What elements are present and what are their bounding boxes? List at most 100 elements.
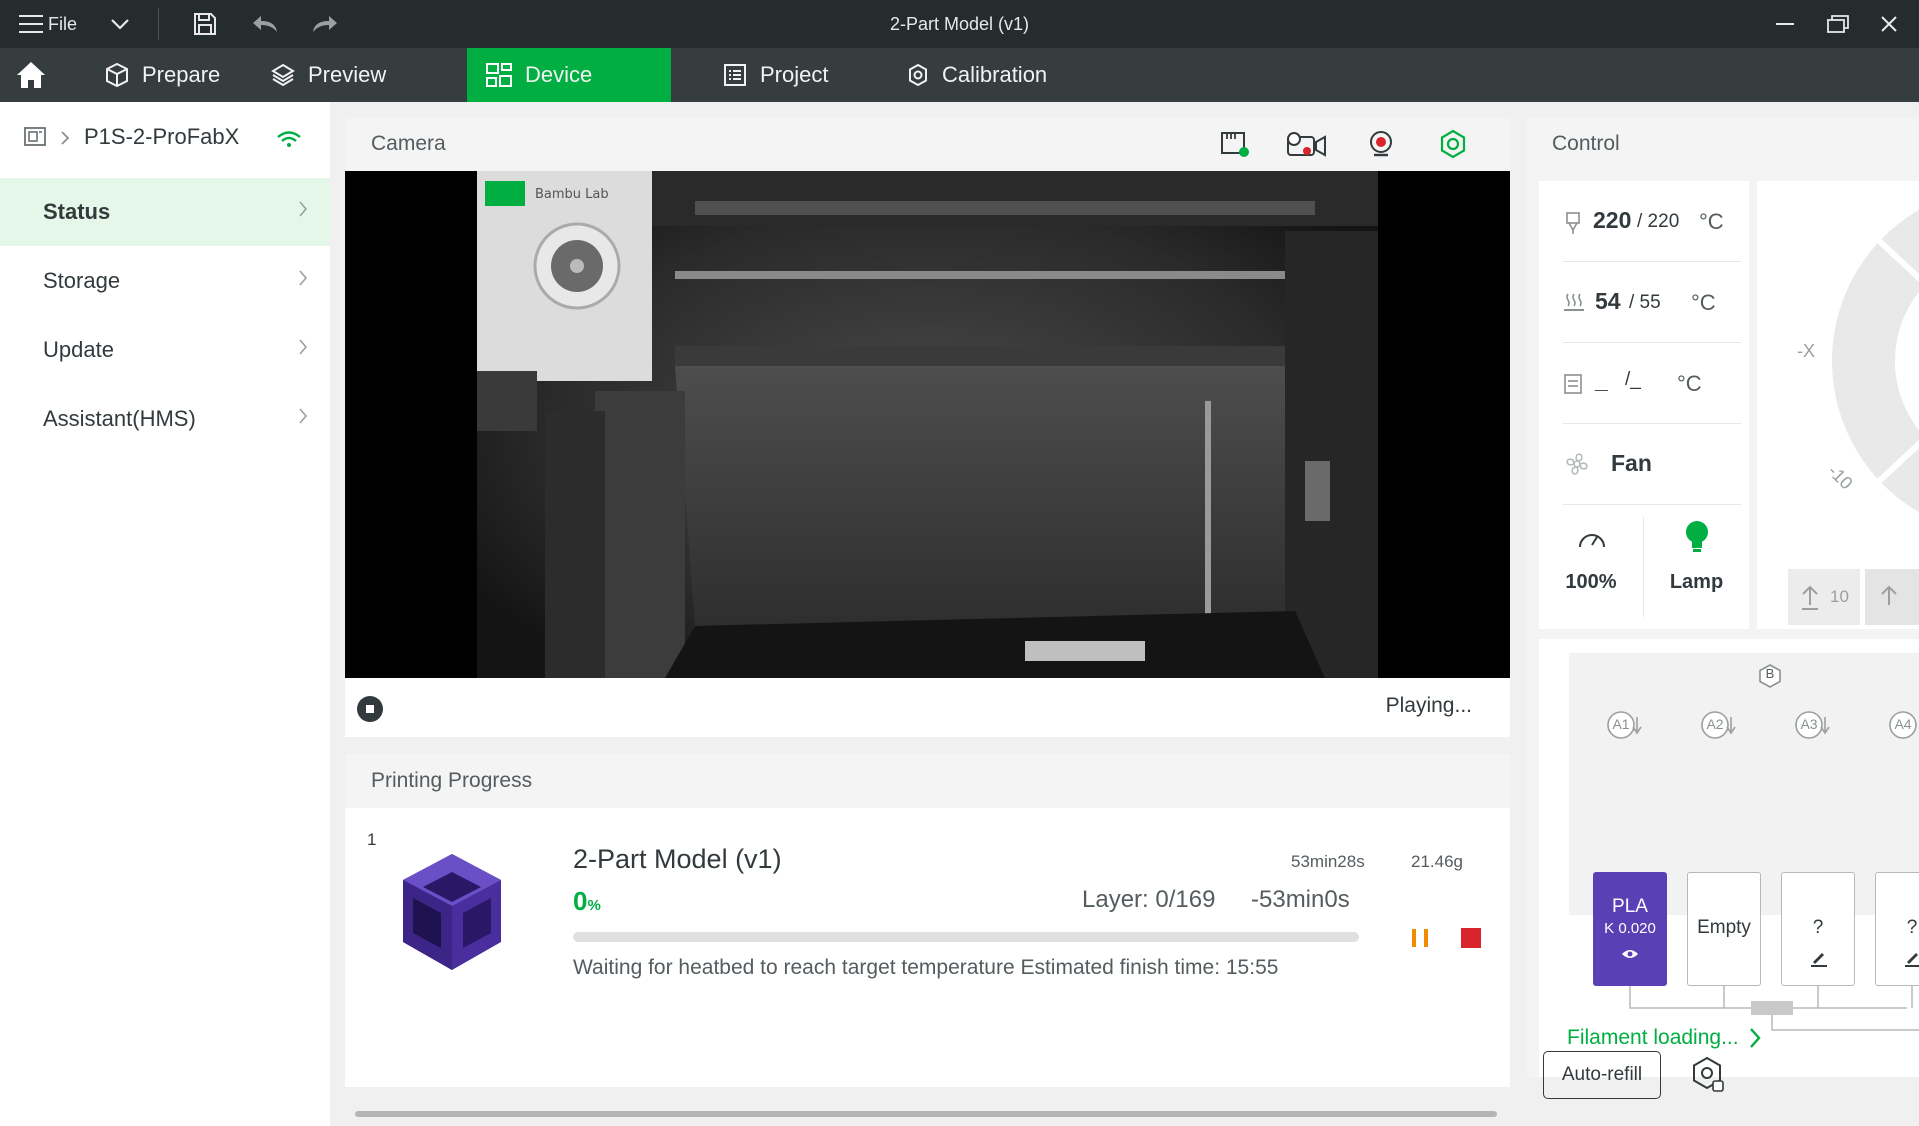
tab-project[interactable]: Project bbox=[704, 48, 846, 102]
progress-title: Printing Progress bbox=[371, 769, 533, 792]
camera-live-view[interactable]: Bambu Lab bbox=[345, 171, 1510, 678]
z-up-10-button[interactable]: 10 bbox=[1788, 569, 1860, 625]
sidebar-item-label: Status bbox=[43, 199, 111, 224]
chevron-right-icon bbox=[298, 407, 308, 425]
calibration-gear-icon bbox=[906, 63, 930, 87]
jog-dial[interactable] bbox=[1757, 181, 1919, 629]
minimize-icon[interactable] bbox=[1772, 14, 1798, 34]
hamburger-menu-icon[interactable] bbox=[18, 12, 44, 36]
undo-icon[interactable] bbox=[250, 12, 280, 36]
jog-minus-x-label: -X bbox=[1797, 341, 1815, 361]
jog-control-area: -X -10 10 bbox=[1757, 181, 1919, 629]
window-title: 2-Part Model (v1) bbox=[889, 14, 1030, 34]
auto-refill-button[interactable]: Auto-refill bbox=[1543, 1051, 1661, 1099]
slot-a1-tag: A1 bbox=[1605, 709, 1647, 741]
close-icon[interactable] bbox=[1876, 12, 1902, 36]
wifi-icon bbox=[276, 130, 302, 148]
chamber-icon bbox=[1563, 373, 1583, 395]
slot-a1-material: PLA bbox=[1612, 896, 1648, 917]
chamber-current-temp: _ bbox=[1595, 367, 1608, 393]
stop-stream-button[interactable] bbox=[356, 695, 384, 723]
tab-device[interactable]: Device bbox=[467, 48, 671, 102]
tab-label: Project bbox=[760, 62, 829, 87]
sidebar-item-update[interactable]: Update bbox=[0, 316, 330, 384]
slot-a1-k-value: K 0.020 bbox=[1604, 920, 1656, 937]
speedometer-icon bbox=[1577, 525, 1607, 551]
ams-slot-a2[interactable]: Empty bbox=[1687, 872, 1761, 986]
camera-panel: Camera Bambu Lab Playing... bbox=[345, 117, 1510, 737]
filament-loading-label: Filament loading... bbox=[1567, 1026, 1739, 1049]
chevron-right-icon bbox=[298, 338, 308, 356]
tab-preview[interactable]: Preview bbox=[252, 48, 404, 102]
project-document-icon bbox=[722, 62, 748, 88]
ams-card: B A1 A2 A3 A4 PLA K 0.020 Empty ? ? Auto… bbox=[1539, 639, 1919, 1099]
control-title: Control bbox=[1552, 132, 1620, 155]
sidebar-item-label: Assistant(HMS) bbox=[43, 406, 196, 431]
ams-settings-icon[interactable] bbox=[1689, 1055, 1729, 1095]
tab-calibration[interactable]: Calibration bbox=[888, 48, 1065, 102]
home-icon bbox=[15, 60, 47, 90]
sidebar-item-assistant-hms[interactable]: Assistant(HMS) bbox=[0, 385, 330, 453]
file-menu[interactable]: File bbox=[48, 0, 77, 48]
chevron-right-icon bbox=[60, 130, 70, 146]
arrow-up-icon bbox=[1879, 583, 1899, 611]
model-name: 2-Part Model (v1) bbox=[573, 844, 782, 874]
webcam-icon[interactable] bbox=[1366, 129, 1396, 159]
control-panel-header: Control bbox=[1527, 117, 1919, 171]
progress-panel-header: Printing Progress bbox=[345, 754, 1510, 808]
ams-slot-a1[interactable]: PLA K 0.020 bbox=[1593, 872, 1667, 986]
camera-settings-icon[interactable] bbox=[1438, 129, 1468, 159]
progress-percent-value: 0 bbox=[573, 886, 588, 916]
eye-icon[interactable] bbox=[1621, 948, 1639, 960]
nozzle-temperature-row[interactable]: 220 / 220 °C bbox=[1539, 181, 1749, 261]
camera-panel-header: Camera bbox=[345, 117, 1510, 171]
sidebar-item-label: Update bbox=[43, 337, 114, 362]
chamber-temperature-row[interactable]: _ /_ °C bbox=[1539, 343, 1749, 423]
video-camera-icon[interactable] bbox=[1285, 131, 1329, 159]
filament-loading-link[interactable]: Filament loading... bbox=[1567, 1026, 1761, 1050]
print-speed-button[interactable]: 100% bbox=[1539, 505, 1643, 629]
print-status-message: Waiting for heatbed to reach target temp… bbox=[573, 956, 1279, 979]
layers-icon bbox=[270, 62, 296, 88]
progress-bar-track bbox=[573, 932, 1359, 942]
home-tab[interactable] bbox=[0, 48, 62, 102]
lightbulb-icon bbox=[1682, 519, 1712, 555]
total-print-time: 53min28s bbox=[1291, 852, 1365, 871]
restore-icon[interactable] bbox=[1824, 12, 1852, 36]
sd-card-recording-icon[interactable] bbox=[1219, 129, 1251, 159]
bed-current-temp: 54 bbox=[1595, 288, 1621, 314]
stop-print-button[interactable] bbox=[1461, 928, 1481, 948]
nozzle-temp-unit: °C bbox=[1699, 209, 1724, 234]
chevron-right-icon bbox=[298, 200, 308, 218]
ams-slot-a3[interactable]: ? bbox=[1781, 872, 1855, 986]
lamp-toggle[interactable]: Lamp bbox=[1644, 505, 1749, 629]
tab-prepare[interactable]: Prepare bbox=[86, 48, 238, 102]
camera-overlay-logo: Bambu Lab bbox=[535, 187, 609, 202]
device-sidebar: P1S-2-ProFabX Status Storage Update Assi… bbox=[0, 102, 330, 1126]
ams-slot-a4[interactable]: ? bbox=[1875, 872, 1919, 986]
sidebar-item-status[interactable]: Status bbox=[0, 178, 330, 246]
heatbed-icon bbox=[1563, 292, 1585, 314]
redo-icon[interactable] bbox=[310, 12, 340, 36]
control-panel: Control 220 / 220 °C 54 / 55 °C _ /_ °C … bbox=[1527, 117, 1919, 1099]
z-step-label: 10 bbox=[1830, 587, 1849, 606]
chevron-down-icon[interactable] bbox=[108, 14, 132, 34]
z-up-1-button[interactable] bbox=[1865, 569, 1919, 625]
save-icon[interactable] bbox=[192, 11, 218, 37]
sidebar-item-storage[interactable]: Storage bbox=[0, 247, 330, 315]
edit-pencil-icon[interactable] bbox=[1904, 949, 1919, 967]
progress-percentage: 0% bbox=[573, 886, 601, 917]
edit-pencil-icon[interactable] bbox=[1810, 949, 1828, 967]
horizontal-scrollbar[interactable] bbox=[355, 1111, 1497, 1117]
device-selector[interactable]: P1S-2-ProFabX bbox=[0, 102, 330, 174]
slot-a3-tag-text: A3 bbox=[1800, 716, 1818, 732]
chevron-right-icon bbox=[298, 269, 308, 287]
pause-print-button[interactable] bbox=[1408, 926, 1432, 950]
bed-temperature-row[interactable]: 54 / 55 °C bbox=[1539, 262, 1749, 342]
layer-count: Layer: 0/169 bbox=[1082, 886, 1216, 913]
chevron-right-icon bbox=[1749, 1027, 1761, 1049]
tab-label: Prepare bbox=[142, 62, 221, 87]
fan-control-row[interactable]: Fan bbox=[1539, 424, 1749, 504]
slot-a1-tag-text: A1 bbox=[1612, 716, 1630, 732]
chamber-temp-unit: °C bbox=[1677, 371, 1702, 396]
